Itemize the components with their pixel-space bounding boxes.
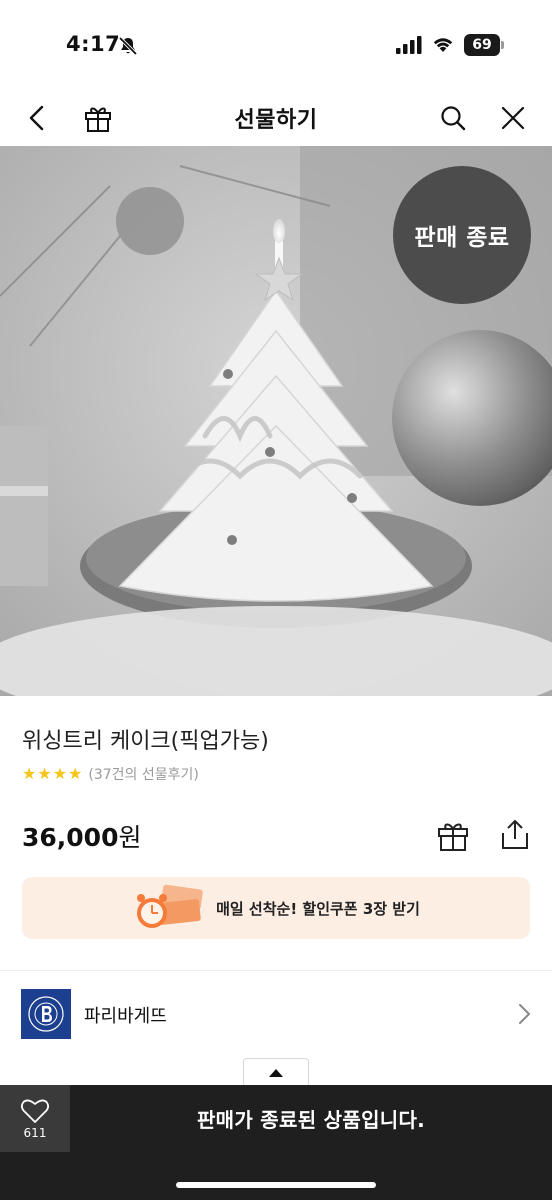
page-title: 선물하기 — [234, 108, 318, 133]
battery-level: 69 — [464, 34, 500, 56]
brand-row[interactable]: 파리바게뜨 — [0, 986, 552, 1042]
paris-baguette-logo-icon — [28, 996, 64, 1032]
search-icon — [441, 106, 466, 131]
brand-logo — [21, 989, 71, 1039]
share-icon — [502, 819, 528, 849]
home-indicator — [176, 1182, 376, 1188]
scroll-up-tab[interactable] — [243, 1058, 309, 1086]
chevron-right-icon — [519, 1004, 530, 1024]
star-icon: ★ — [37, 764, 52, 783]
product-image: 판매 종료 — [0, 146, 552, 696]
gift-button[interactable] — [436, 818, 470, 852]
battery-tip — [501, 41, 504, 49]
star-icon: ★ — [22, 764, 37, 783]
product-name: 위싱트리 케이크(픽업가능) — [22, 729, 269, 754]
price-unit: 원 — [118, 823, 142, 852]
section-divider — [0, 970, 552, 971]
product-price: 36,000원 — [22, 818, 142, 854]
top-nav-bar: 선물하기 — [0, 90, 552, 146]
brand-name: 파리바게뜨 — [84, 1006, 167, 1027]
star-icon: ★ — [52, 764, 68, 783]
close-icon — [501, 106, 525, 130]
sold-out-message: 판매가 종료된 상품입니다. — [196, 1108, 426, 1132]
rating-row[interactable]: ★ ★ ★ ★ (37건의 선물후기) — [22, 764, 199, 784]
share-button[interactable] — [498, 817, 532, 851]
review-count: (37건의 선물후기) — [88, 767, 199, 783]
star-icon: ★ — [68, 764, 83, 783]
bell-off-icon — [118, 36, 138, 56]
gift-icon — [438, 823, 468, 851]
coupon-text: 매일 선착순! 할인쿠폰 3장 받기 — [216, 899, 420, 918]
search-button[interactable] — [437, 102, 469, 134]
coupon-alarm-icon — [137, 884, 203, 928]
battery-indicator: 69 — [464, 34, 504, 56]
status-bar: 4:17 69 — [0, 0, 552, 90]
heart-icon — [20, 1099, 50, 1123]
coupon-banner[interactable]: 매일 선착순! 할인쿠폰 3장 받기 — [22, 877, 530, 939]
like-count: 611 — [23, 1125, 47, 1140]
close-button[interactable] — [497, 102, 529, 134]
wifi-icon — [433, 38, 453, 52]
rating-stars: ★ ★ ★ ★ — [22, 764, 82, 784]
cellular-signal-icon — [396, 36, 422, 54]
caret-up-icon — [269, 1068, 283, 1077]
sold-out-badge: 판매 종료 — [393, 166, 531, 304]
like-button[interactable]: 611 — [0, 1085, 70, 1152]
status-time: 4:17 — [66, 32, 121, 56]
price-value: 36,000 — [22, 823, 119, 852]
